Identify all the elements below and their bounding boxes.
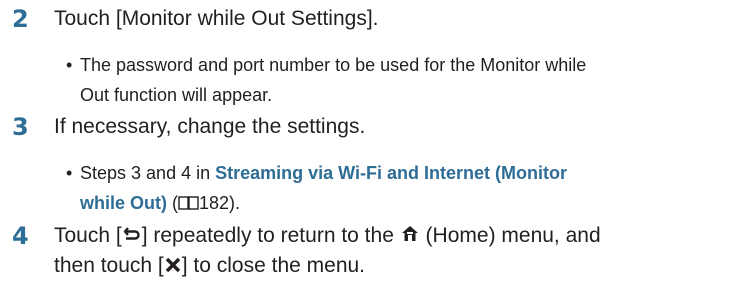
bullet-note: • The password and port number to be used… <box>66 50 586 80</box>
bullet-note: • Steps 3 and 4 in Streaming via Wi-Fi an… <box>66 158 567 188</box>
step-number: 2 <box>12 5 29 33</box>
return-arrow-icon <box>122 223 142 253</box>
step-instruction: Touch [] repeatedly to return to the (Ho… <box>54 221 601 253</box>
bullet-note-continued: while Out) (182). <box>66 188 240 218</box>
reference-page[interactable]: 182 <box>199 193 229 213</box>
streaming-link-continued[interactable]: while Out) <box>80 193 167 213</box>
bullet-dot-icon: • <box>66 55 73 75</box>
bullet-dot-icon: • <box>66 163 73 183</box>
step-number: 4 <box>12 222 29 250</box>
bullet-text: Steps 3 and 4 in <box>80 163 216 183</box>
streaming-link[interactable]: Streaming via Wi-Fi and Internet (Monito… <box>215 163 567 183</box>
book-reference-icon <box>178 189 199 210</box>
close-x-icon <box>164 253 182 283</box>
bullet-text: Out function will appear. <box>80 85 273 105</box>
home-icon <box>400 223 420 253</box>
bullet-note-continued: Out function will appear. <box>66 80 272 110</box>
step-instruction: Touch [Monitor while Out Settings]. <box>54 7 379 30</box>
step-number: 3 <box>12 113 29 141</box>
ref-open: ( <box>167 193 178 213</box>
ref-close: ). <box>229 193 241 213</box>
step-instruction-continued: then touch [] to close the menu. <box>54 251 365 283</box>
bullet-text: The password and port number to be used … <box>80 55 587 75</box>
step-instruction: If necessary, change the settings. <box>54 115 366 138</box>
